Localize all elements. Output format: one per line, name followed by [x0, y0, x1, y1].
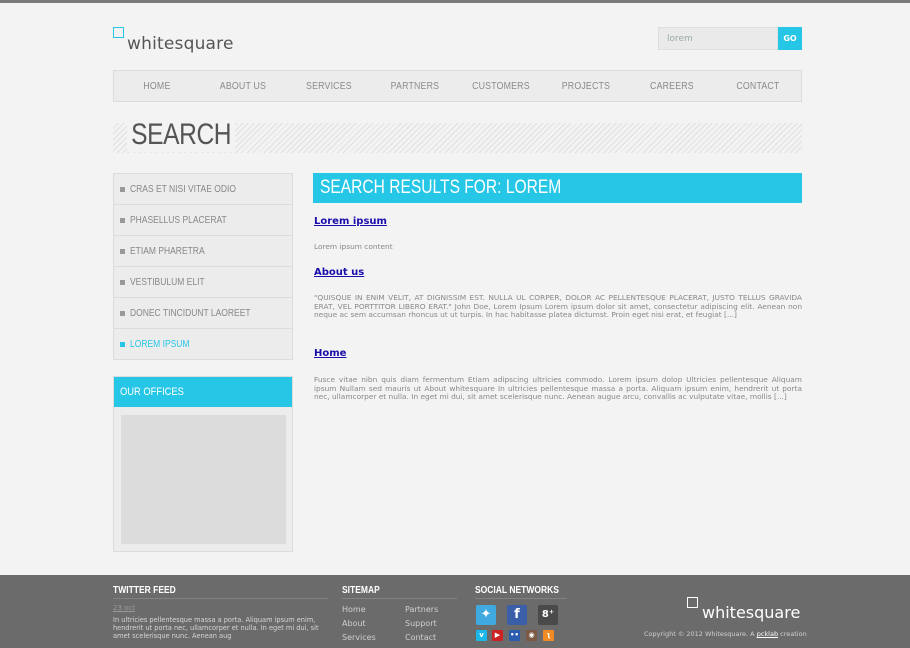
footer-logo-square-icon — [687, 597, 698, 608]
footer-logo-text[interactable]: whitesquare — [702, 603, 800, 622]
sitemap-link-support[interactable]: Support — [405, 619, 437, 628]
offices-heading: OUR OFFICES — [114, 377, 292, 407]
sidebar-item-label: CRAS ET NISI VITAE ODIO — [130, 183, 236, 195]
sitemap-link-home[interactable]: Home — [342, 605, 366, 614]
nav-item-customers[interactable]: CUSTOMERS — [463, 81, 539, 92]
sidebar-item-label: VESTIBULUM ELIT — [130, 276, 205, 288]
copyright-label: Copyright © 2012 Whitesquare. A — [644, 630, 757, 638]
sitemap-heading-text: SITEMAP — [342, 585, 380, 596]
bullet-icon — [120, 248, 125, 254]
copyright-text: Copyright © 2012 Whitesquare. A pcklab c… — [644, 630, 807, 638]
bullet-icon — [120, 310, 125, 316]
bullet-icon — [120, 341, 125, 347]
results-heading: SEARCH RESULTS FOR: LOREM — [313, 173, 802, 203]
logo-square-icon — [113, 27, 124, 38]
youtube-icon[interactable]: ▶ — [492, 630, 503, 641]
nav-item-projects[interactable]: PROJECTS — [549, 81, 625, 92]
twitter-feed-heading: TWITTER FEED — [113, 585, 187, 596]
results-heading-text: SEARCH RESULTS FOR: LOREM — [320, 177, 562, 198]
sidebar-menu: CRAS ET NISI VITAE ODIO PHASELLUS PLACER… — [113, 173, 293, 360]
top-border — [0, 0, 910, 3]
sitemap-link-contact[interactable]: Contact — [405, 633, 436, 642]
offices-title: OUR OFFICES — [120, 386, 184, 398]
nav-item-home[interactable]: HOME — [119, 81, 195, 92]
sidebar-item-phasellus[interactable]: PHASELLUS PLACERAT — [114, 205, 292, 236]
sidebar-item-label: PHASELLUS PLACERAT — [130, 214, 227, 226]
copyright-suffix: creation — [778, 630, 807, 638]
nav-item-partners[interactable]: PARTNERS — [377, 81, 453, 92]
sidebar-item-etiam[interactable]: ETIAM PHARETRA — [114, 236, 292, 267]
social-networks-heading: SOCIAL NETWORKS — [475, 585, 574, 596]
instagram-icon[interactable]: ◉ — [526, 630, 537, 641]
rss-icon[interactable]: ʅ — [543, 630, 554, 641]
search-go-button[interactable]: GO — [778, 27, 802, 50]
result-snippet: "QUISQUE IN ENIM VELIT, AT DIGNISSIM EST… — [314, 293, 802, 320]
sitemap-heading: SITEMAP — [342, 585, 386, 596]
nav-item-services[interactable]: SERVICES — [291, 81, 367, 92]
sidebar-item-lorem-ipsum[interactable]: LOREM IPSUM — [114, 329, 292, 359]
twitter-icon[interactable]: ✦ — [476, 605, 496, 625]
sitemap-link-partners[interactable]: Partners — [405, 605, 438, 614]
page-title: SEARCH — [127, 118, 236, 152]
sitemap-link-about[interactable]: About — [342, 619, 366, 628]
result-title-link[interactable]: About us — [314, 267, 364, 278]
sidebar-item-label: DONEC TINCIDUNT LAOREET — [130, 307, 251, 319]
sidebar-item-vestibulum[interactable]: VESTIBULUM ELIT — [114, 267, 292, 298]
result-snippet: Lorem ipsum content — [314, 242, 393, 251]
offices-widget: OUR OFFICES — [113, 376, 293, 552]
divider — [475, 598, 567, 599]
divider — [342, 598, 457, 599]
logo-text: whitesquare — [127, 34, 234, 54]
sidebar-item-label: ETIAM PHARETRA — [130, 245, 205, 257]
tweet-date-link[interactable]: 23 oct — [113, 604, 135, 612]
nav-item-about-us[interactable]: ABOUT US — [205, 81, 281, 92]
bullet-icon — [120, 186, 125, 192]
offices-map[interactable] — [121, 415, 286, 544]
tweet-text: In ultricies pellentesque massa a porta.… — [113, 616, 319, 640]
sidebar-item-donec[interactable]: DONEC TINCIDUNT LAOREET — [114, 298, 292, 329]
facebook-icon[interactable]: f — [507, 605, 527, 625]
sidebar-item-label: LOREM IPSUM — [130, 338, 190, 350]
flickr-icon[interactable]: •• — [509, 630, 520, 641]
sitemap-link-services[interactable]: Services — [342, 633, 376, 642]
nav-item-careers[interactable]: CAREERS — [634, 81, 710, 92]
bullet-icon — [120, 279, 125, 285]
main-nav: HOME ABOUT US SERVICES PARTNERS CUSTOMER… — [113, 70, 802, 102]
divider — [113, 598, 328, 599]
search-input[interactable]: lorem — [658, 27, 778, 50]
nav-item-contact[interactable]: CONTACT — [720, 81, 796, 92]
google-plus-icon[interactable]: 8⁺ — [538, 605, 558, 625]
result-title-link[interactable]: Lorem ipsum — [314, 216, 387, 227]
twitter-feed-heading-text: TWITTER FEED — [113, 585, 176, 596]
vimeo-icon[interactable]: v — [476, 630, 487, 641]
result-title-link[interactable]: Home — [314, 348, 346, 359]
pcklab-link[interactable]: pcklab — [757, 630, 778, 638]
sidebar-item-cras-et-nisi[interactable]: CRAS ET NISI VITAE ODIO — [114, 174, 292, 205]
bullet-icon — [120, 217, 125, 223]
social-networks-heading-text: SOCIAL NETWORKS — [475, 585, 559, 596]
result-snippet: Fusce vitae nibn quis diam fermentum Eti… — [314, 375, 802, 402]
